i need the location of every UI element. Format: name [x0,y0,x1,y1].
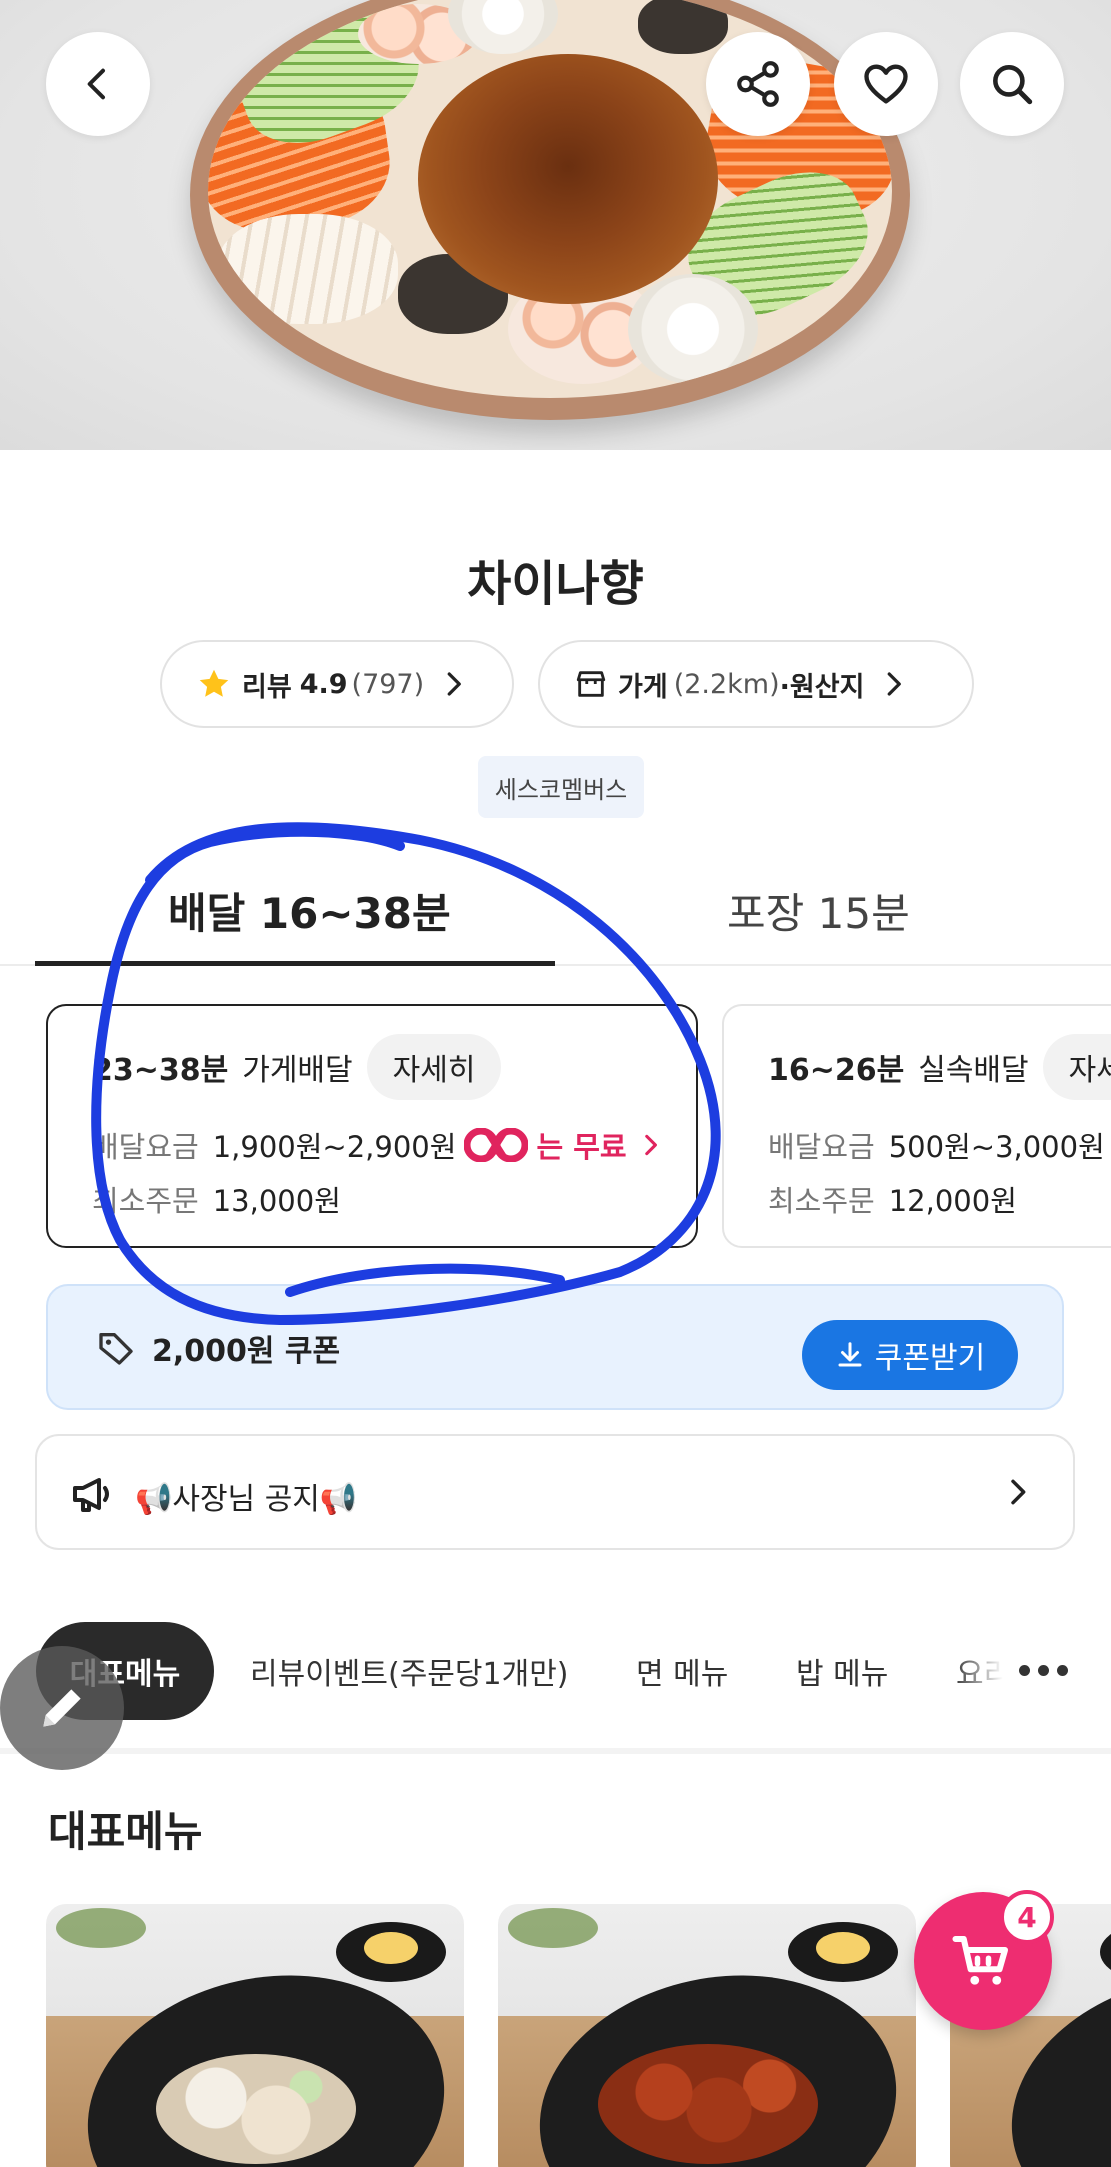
favorite-button[interactable] [834,32,938,136]
share-icon [737,61,779,107]
min-order-label: 최소주문 [768,1184,875,1218]
notice-text: 📢사장님 공지📢 [135,1482,358,1517]
tab-pickup[interactable]: 포장 15분 [727,880,910,941]
cesco-badge: 세스코멤버스 [478,756,644,818]
tab-delivery[interactable]: 배달 16~38분 [168,880,451,941]
pen-annotation-button[interactable] [0,1646,124,1770]
review-label: 리뷰 [242,671,292,703]
category-divider [0,1748,1111,1754]
chevron-right-icon [1011,1479,1026,1505]
store-page: 차이나향 리뷰 4.9 (797) 가게 (2.2km) ·원산지 세스코멤버스… [0,0,1111,2167]
store-info-pill[interactable]: 가게 (2.2km) ·원산지 [538,640,974,728]
heart-icon [864,64,908,104]
delivery-option-store[interactable]: 23~38분 가게배달 자세히 배달요금 1,900원~2,900원 는 무료 … [46,1004,698,1248]
detail-button[interactable]: 자세히 [1042,1034,1111,1100]
cart-count-badge: 4 [1000,1890,1054,1944]
category-chip-noodles[interactable]: 면 메뉴 [636,1622,728,1720]
free-delivery-text: 는 무료 [536,1130,627,1164]
store-hero-image [0,0,1111,450]
coupon-amount: 2,000원 쿠폰 [152,1334,341,1369]
delivery-fee-label: 배달요금 [768,1130,875,1164]
delivery-time: 23~38분 [92,1053,229,1088]
delivery-type: 가게배달 [242,1053,353,1088]
section-title: 대표메뉴 [48,1807,203,1856]
chevron-left-icon [87,68,105,100]
more-dot-icon [1037,1664,1049,1676]
review-count: (797) [351,668,425,700]
review-rating: 4.9 [299,668,348,700]
more-dot-icon [1018,1664,1030,1676]
store-icon [576,671,606,697]
tag-icon [99,1333,133,1365]
tab-active-indicator [35,961,555,966]
get-coupon-label: 쿠폰받기 [874,1341,986,1376]
store-distance: (2.2km) [673,668,780,700]
delivery-fee-label: 배달요금 [92,1130,199,1164]
detail-button[interactable]: 자세히 [366,1034,502,1100]
coupon-banner: 2,000원 쿠폰 쿠폰받기 [46,1284,1064,1410]
min-order-label: 최소주문 [92,1184,199,1218]
get-coupon-button[interactable]: 쿠폰받기 [802,1320,1018,1390]
star-icon [199,669,229,697]
menu-item-image[interactable] [498,1904,916,2167]
pencil-icon [43,1689,81,1727]
search-button[interactable] [960,32,1064,136]
search-icon [993,65,1033,105]
share-button[interactable] [706,32,810,136]
free-delivery-link[interactable]: 는 무료 [464,1124,662,1166]
category-fade [953,1632,1003,1712]
store-info-label: 가게 [618,671,668,703]
download-icon [838,1342,862,1367]
category-chip-review-event[interactable]: 리뷰이벤트(주문당1개만) [250,1622,569,1720]
megaphone-icon [73,1478,109,1512]
chevron-right-icon [644,1134,657,1156]
min-order-value: 12,000원 [888,1184,1017,1218]
delivery-option-saver[interactable]: 16~26분 실속배달 자세히 배달요금 500원~3,000원 최소주문 12… [722,1004,1111,1248]
origin-label: ·원산지 [779,671,865,703]
delivery-time: 16~26분 [768,1053,905,1088]
delivery-fee: 500원~3,000원 [888,1130,1105,1164]
store-name: 차이나향 [467,556,644,612]
category-chip-rice[interactable]: 밥 메뉴 [796,1622,888,1720]
owner-notice[interactable]: 📢사장님 공지📢 [35,1434,1075,1550]
delivery-fee: 1,900원~2,900원 [212,1130,457,1164]
chevron-right-icon [888,672,902,696]
review-pill[interactable]: 리뷰 4.9 (797) [160,640,514,728]
menu-item-image[interactable] [46,1904,464,2167]
more-dot-icon [1056,1664,1068,1676]
more-categories-button[interactable] [1003,1640,1083,1700]
free-delivery-logo-icon [464,1128,529,1162]
cart-icon [952,1935,1009,1985]
min-order-value: 13,000원 [212,1184,341,1218]
chevron-right-icon [447,672,462,696]
delivery-type: 실속배달 [918,1053,1029,1088]
back-button[interactable] [46,32,150,136]
